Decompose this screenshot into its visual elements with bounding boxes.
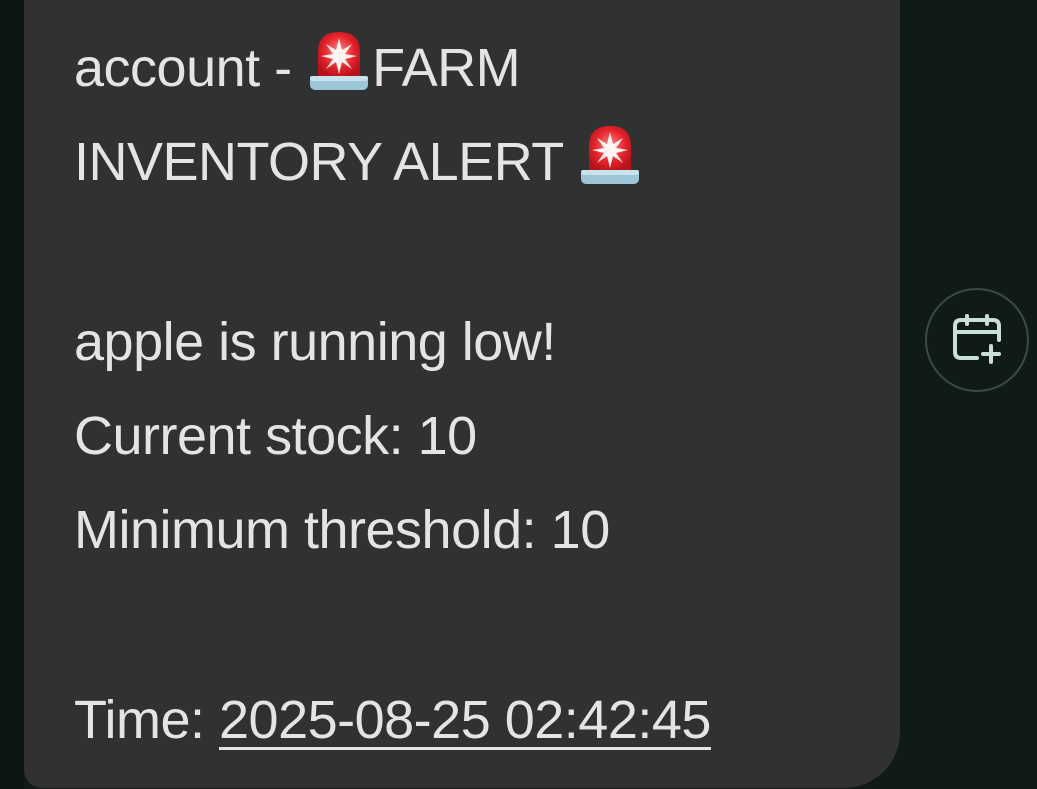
- time-label: Time:: [74, 690, 219, 750]
- time-value-link[interactable]: 2025-08-25 02:42:45: [219, 690, 711, 750]
- farm-text: FARM: [372, 38, 521, 98]
- police-car-light-icon: [306, 24, 372, 92]
- message-line-low-stock: apple is running low!: [74, 312, 556, 372]
- message-line-time: Time: 2025-08-25 02:42:45: [74, 688, 711, 752]
- add-to-calendar-icon: [949, 310, 1005, 371]
- account-text: account -: [74, 38, 307, 98]
- chat-background-strip: [0, 0, 24, 789]
- message-line-current-stock: Current stock: 10: [74, 406, 477, 466]
- message-line-inventory-alert: INVENTORY ALERT: [74, 118, 643, 194]
- message-line-account: account - FARM: [74, 24, 521, 100]
- police-car-light-icon: [577, 118, 643, 186]
- add-to-calendar-button[interactable]: [925, 288, 1029, 392]
- message-line-threshold: Minimum threshold: 10: [74, 500, 610, 560]
- inventory-alert-text: INVENTORY ALERT: [74, 132, 578, 192]
